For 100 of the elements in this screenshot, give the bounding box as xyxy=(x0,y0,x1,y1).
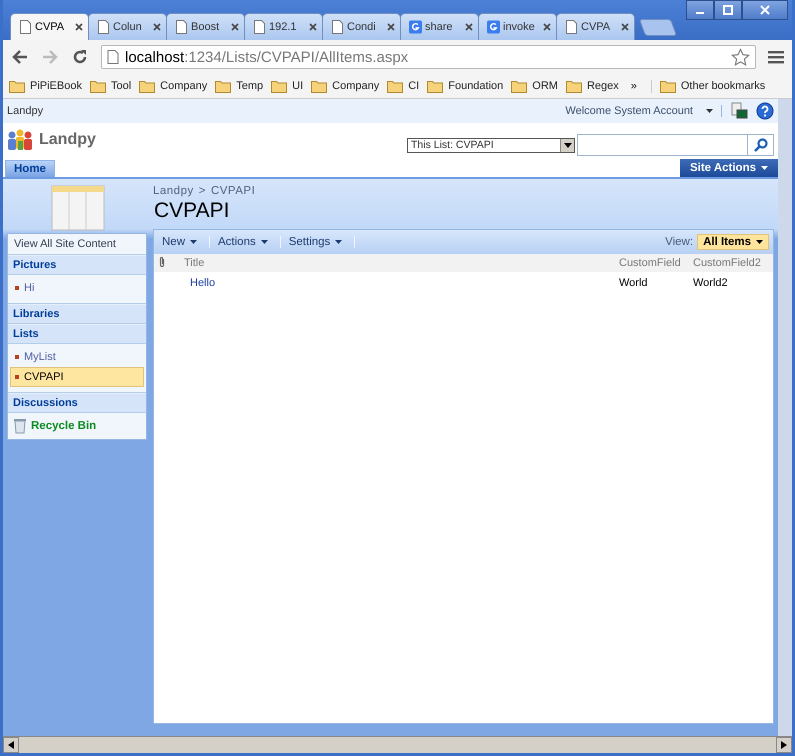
bookmark-label[interactable]: Temp xyxy=(236,80,264,92)
nav-tab[interactable]: Home xyxy=(5,160,55,177)
bookmark-label[interactable]: Foundation xyxy=(448,80,504,92)
caret-icon xyxy=(761,166,768,170)
attachment-icon xyxy=(158,256,166,268)
close-icon[interactable] xyxy=(465,23,473,31)
back-icon[interactable] xyxy=(11,48,29,66)
site-link[interactable]: Landpy xyxy=(7,105,558,117)
browser-tab[interactable]: Boost xyxy=(166,13,245,40)
folder-icon xyxy=(90,80,106,92)
bookmark-label[interactable]: Other bookmarks xyxy=(680,80,766,92)
bookmark[interactable]: Temp xyxy=(215,80,264,92)
browser-tab[interactable]: Condi xyxy=(322,13,401,40)
close-button[interactable] xyxy=(742,0,788,20)
page-icon xyxy=(107,50,119,64)
page-icon xyxy=(565,20,578,34)
recycle-bin-link[interactable]: Recycle Bin xyxy=(31,420,96,432)
breadcrumb-link[interactable]: Landpy xyxy=(153,185,194,197)
nav-item[interactable]: Hi xyxy=(10,278,144,298)
folder-icon xyxy=(139,80,156,92)
browser-tab[interactable]: share xyxy=(400,13,479,40)
computer-icon[interactable] xyxy=(730,102,748,120)
search-icon xyxy=(754,138,768,152)
help-icon[interactable] xyxy=(756,102,774,120)
more-bookmarks-button[interactable]: » xyxy=(630,80,637,92)
section-heading[interactable]: Libraries xyxy=(8,304,146,324)
close-icon[interactable] xyxy=(75,23,83,31)
horizontal-scrollbar[interactable] xyxy=(3,736,792,753)
section-heading[interactable]: Pictures xyxy=(8,255,146,275)
section-heading[interactable]: Discussions xyxy=(8,393,146,413)
close-icon[interactable] xyxy=(621,23,629,31)
folder-icon xyxy=(215,80,232,92)
table-cell: World2 xyxy=(693,277,728,289)
recycle-bin-icon xyxy=(14,418,26,434)
welcome-menu[interactable]: Welcome System Account xyxy=(565,105,693,117)
bookmark-label[interactable]: Company xyxy=(160,80,208,92)
folder-icon xyxy=(511,80,528,92)
bookmark-label[interactable]: Company xyxy=(332,80,380,92)
folder-icon xyxy=(387,80,404,92)
bookmark[interactable]: CI xyxy=(387,80,420,92)
bookmark[interactable]: ORM xyxy=(511,80,558,92)
close-icon[interactable] xyxy=(309,23,317,31)
address-bar[interactable]: localhost:1234/Lists/CVPAPI/AllItems.aspx xyxy=(101,45,756,69)
bookmark[interactable]: PiPiEBook xyxy=(9,80,82,92)
site-title[interactable]: Landpy xyxy=(39,131,401,149)
bookmark-label[interactable]: PiPiEBook xyxy=(30,80,82,92)
page-icon xyxy=(97,20,110,34)
url-text: localhost:1234/Lists/CVPAPI/AllItems.aspx xyxy=(125,48,410,66)
toolbar-menu[interactable]: Settings xyxy=(280,236,356,248)
view-label: View: xyxy=(665,236,694,248)
bookmark[interactable]: Company xyxy=(311,80,380,92)
new-tab-button[interactable] xyxy=(638,19,678,36)
close-icon[interactable] xyxy=(153,23,161,31)
breadcrumb-separator: > xyxy=(198,185,206,197)
bookmark[interactable]: Tool xyxy=(90,80,132,92)
column-header[interactable]: Title xyxy=(184,257,204,269)
search-scope-dropdown[interactable]: This List: CVPAPI xyxy=(407,138,575,152)
bookmark[interactable]: Regex xyxy=(566,80,619,92)
browser-tab[interactable]: CVPA xyxy=(556,13,635,40)
caret-icon xyxy=(564,142,572,148)
search-field[interactable] xyxy=(577,134,747,156)
item-link[interactable]: Hello xyxy=(190,277,216,289)
caret-icon xyxy=(706,109,713,113)
bookmark-label[interactable]: Tool xyxy=(110,80,132,92)
toolbar-menu[interactable]: New xyxy=(154,236,210,248)
browser-tab[interactable]: CVPA xyxy=(10,13,89,40)
folder-icon xyxy=(311,80,328,92)
maximize-button[interactable] xyxy=(714,0,742,20)
caret-icon xyxy=(756,240,763,244)
bookmark[interactable]: Other bookmarks xyxy=(650,80,766,92)
browser-tab[interactable]: 192.1 xyxy=(244,13,323,40)
folder-icon xyxy=(271,80,288,92)
browser-tab[interactable]: Colun xyxy=(88,13,167,40)
toolbar-menu[interactable]: Actions xyxy=(210,236,281,248)
browser-tab[interactable]: invoke xyxy=(478,13,557,40)
minimize-button[interactable] xyxy=(686,0,714,20)
close-icon[interactable] xyxy=(387,23,395,31)
reload-icon[interactable] xyxy=(71,48,89,66)
nav-item[interactable]: CVPAPI xyxy=(10,367,144,387)
section-heading[interactable]: Lists xyxy=(8,324,146,344)
bookmark[interactable]: Foundation xyxy=(427,80,504,92)
menu-icon[interactable] xyxy=(768,50,784,64)
close-icon[interactable] xyxy=(543,23,551,31)
bookmark-label[interactable]: Regex xyxy=(586,80,619,92)
bookmark-label[interactable]: ORM xyxy=(532,80,558,92)
bookmark[interactable]: UI xyxy=(271,80,304,92)
bookmark[interactable]: Company xyxy=(139,80,208,92)
nav-item[interactable]: MyList xyxy=(10,347,144,367)
site-actions-menu[interactable]: Site Actions xyxy=(680,159,778,177)
close-icon[interactable] xyxy=(231,23,239,31)
folder-icon xyxy=(660,80,676,92)
table-cell: World xyxy=(619,277,648,289)
caret-icon xyxy=(335,240,342,244)
search-button[interactable] xyxy=(747,134,774,156)
view-dropdown[interactable]: All Items xyxy=(697,234,769,250)
star-icon[interactable] xyxy=(731,48,750,66)
bookmark-label[interactable]: UI xyxy=(292,80,304,92)
bookmark-label[interactable]: CI xyxy=(408,80,420,92)
scroll-left-icon[interactable] xyxy=(8,741,14,749)
scroll-right-icon[interactable] xyxy=(781,741,787,749)
